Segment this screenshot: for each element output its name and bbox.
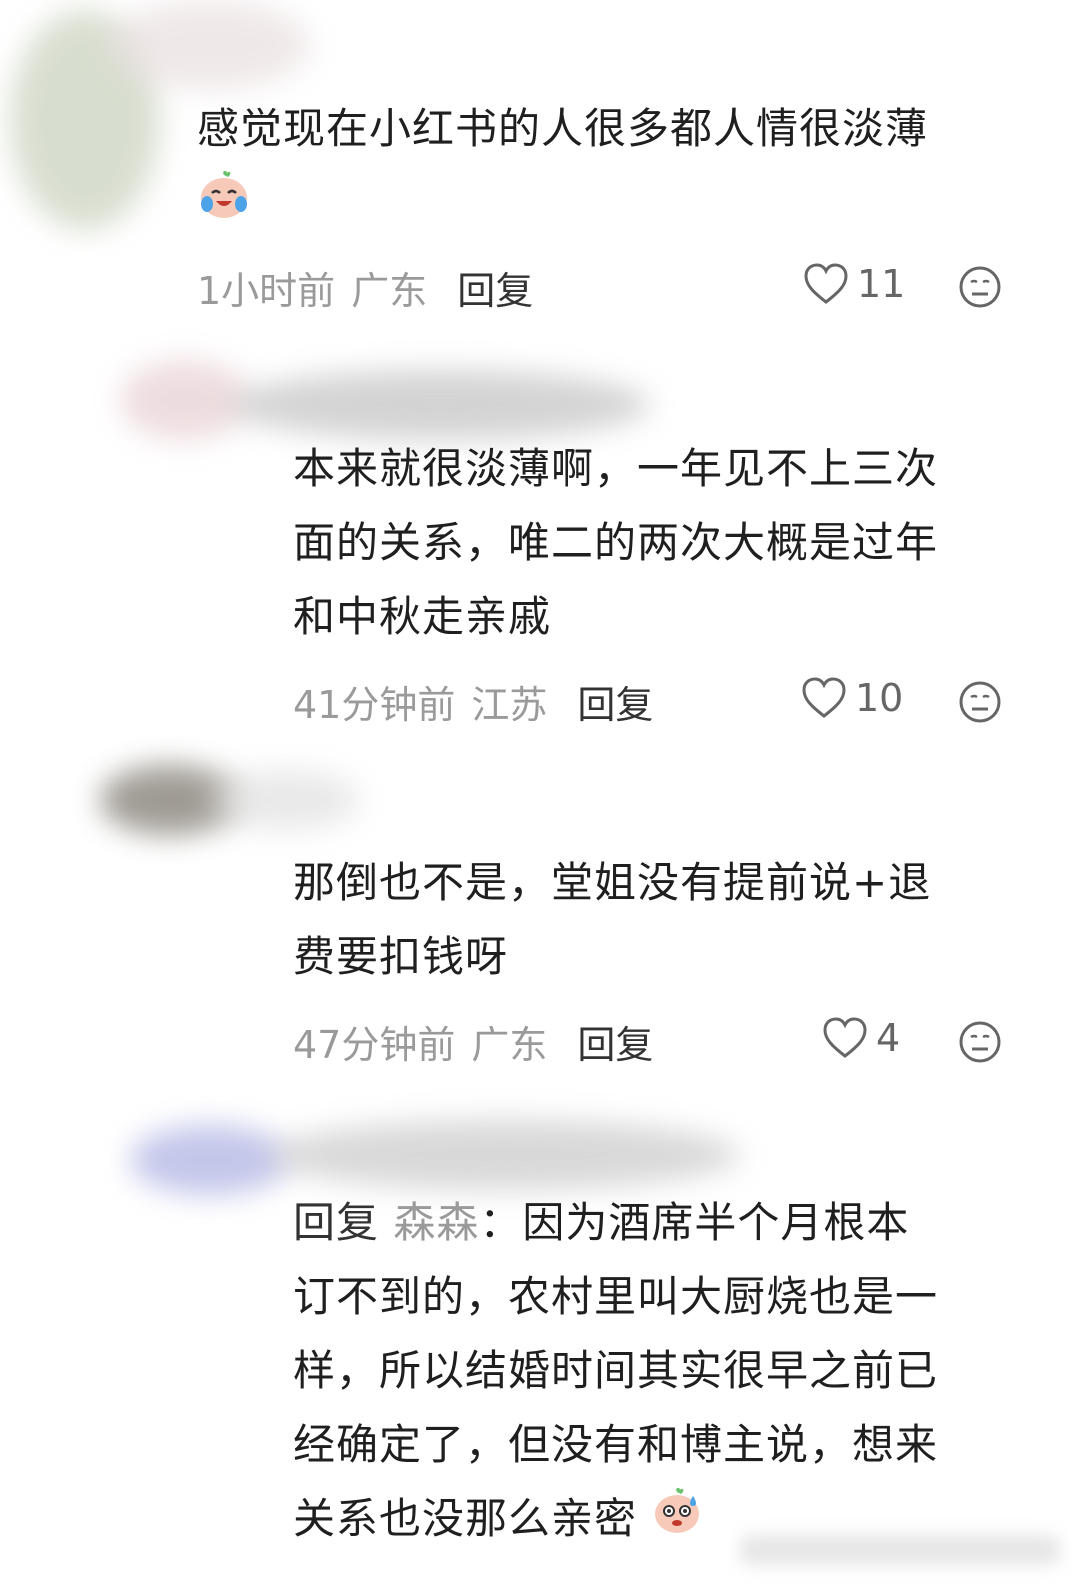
reply-to-username[interactable]: 森森 — [393, 1198, 479, 1247]
crying-laughing-emoji-icon — [197, 167, 251, 244]
reply-button[interactable]: 回复 — [577, 674, 653, 729]
like-button[interactable]: 11 — [803, 262, 905, 306]
like-button[interactable]: 4 — [822, 1016, 900, 1060]
meh-face-icon — [959, 266, 1001, 308]
comment-time: 1小时前 — [197, 268, 336, 313]
comment-text: 本来就很淡薄啊，一年见不上三次 面的关系，唯二的两次大概是过年 和中秋走亲戚 — [293, 444, 939, 641]
reply-separator: ： — [479, 1198, 523, 1247]
meh-face-icon — [959, 681, 1001, 723]
heart-outline-icon — [823, 1017, 867, 1058]
comment-location: 广东 — [471, 1022, 548, 1067]
comment-time: 47分钟前 — [293, 1022, 456, 1067]
reply-button[interactable]: 回复 — [577, 1014, 653, 1069]
like-count: 4 — [876, 1016, 901, 1060]
blurred-footer-strip — [740, 1535, 1060, 1565]
comment-meta: 47分钟前 广东 回复 — [293, 1014, 653, 1069]
heart-outline-icon — [804, 263, 848, 304]
meh-face-icon — [959, 1021, 1001, 1063]
heart-outline-icon — [802, 677, 846, 718]
sweat-emoji-icon — [651, 1484, 703, 1559]
comment-text: 感觉现在小红书的人很多都人情很淡薄 — [197, 92, 1037, 244]
dislike-button[interactable] — [958, 680, 1002, 728]
like-count: 10 — [855, 676, 904, 720]
comment-text: 那倒也不是，堂姐没有提前说+退 费要扣钱呀 — [293, 858, 932, 981]
like-button[interactable]: 10 — [801, 676, 903, 720]
comment-location: 广东 — [351, 268, 428, 313]
comment-meta: 1小时前 广东 回复 — [197, 260, 533, 315]
reply-prefix: 回复 — [293, 1198, 380, 1247]
like-count: 11 — [857, 262, 906, 306]
dislike-button[interactable] — [958, 1020, 1002, 1068]
comment-text: 回复 森森：因为酒席半个月根本 订不到的，农村里叫大厨烧也是一 样，所以结婚时间… — [293, 1186, 1053, 1559]
comment-time: 41分钟前 — [293, 682, 456, 727]
comment-location: 江苏 — [471, 682, 548, 727]
reply-button[interactable]: 回复 — [457, 260, 533, 315]
dislike-button[interactable] — [958, 265, 1002, 313]
comment-meta: 41分钟前 江苏 回复 — [293, 674, 653, 729]
